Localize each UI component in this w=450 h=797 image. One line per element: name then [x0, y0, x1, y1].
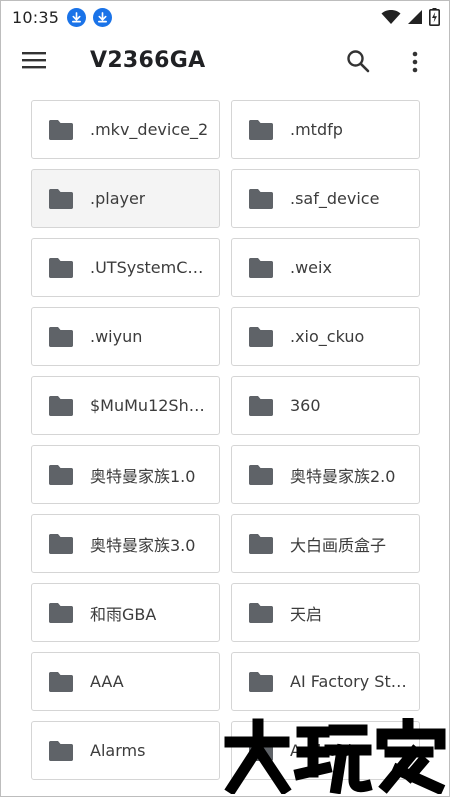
folder-name: .player: [90, 189, 146, 208]
folder-item[interactable]: Alarms: [31, 721, 220, 780]
folder-name: 天启: [290, 604, 323, 624]
folder-item[interactable]: 和雨GBA: [31, 583, 220, 642]
wifi-icon: [381, 10, 401, 24]
battery-charging-icon: [429, 8, 440, 26]
folder-item[interactable]: .weix: [231, 238, 420, 297]
folder-name: .mkv_device_2: [90, 120, 209, 139]
folder-item[interactable]: .mkv_device_2: [31, 100, 220, 159]
folder-name: AAA: [90, 672, 124, 691]
folder-item[interactable]: AAA: [31, 652, 220, 711]
system-status-icons: [381, 8, 440, 26]
folder-icon: [49, 533, 73, 554]
menu-button[interactable]: [22, 50, 50, 74]
folder-item[interactable]: 奥特曼家族2.0: [231, 445, 420, 504]
more-options-button[interactable]: [405, 48, 425, 76]
more-vert-icon: [412, 51, 418, 73]
folder-icon: [249, 326, 273, 347]
watermark-logo: [222, 716, 447, 796]
status-time: 10:35: [12, 7, 60, 27]
search-button[interactable]: [345, 48, 373, 76]
folder-name: AI Factory St…: [290, 672, 407, 691]
folder-icon: [49, 188, 73, 209]
folder-item[interactable]: 大白画质盒子: [231, 514, 420, 573]
page-title: V2366GA: [90, 48, 206, 73]
folder-icon: [249, 188, 273, 209]
folder-icon: [249, 533, 273, 554]
folder-name: 奥特曼家族3.0: [90, 535, 196, 555]
folder-icon: [49, 395, 73, 416]
folder-item[interactable]: 360: [231, 376, 420, 435]
folder-item[interactable]: 天启: [231, 583, 420, 642]
folder-icon: [49, 257, 73, 278]
app-bar: V2366GA: [0, 34, 450, 90]
signal-icon: [408, 10, 422, 24]
folder-item[interactable]: 奥特曼家族3.0: [31, 514, 220, 573]
folder-name: 奥特曼家族2.0: [290, 466, 396, 486]
folder-item[interactable]: .wiyun: [31, 307, 220, 366]
folder-name: $MuMu12Sh…: [90, 396, 205, 415]
folder-icon: [49, 671, 73, 692]
folder-name: .mtdfp: [290, 120, 343, 139]
folder-name: .xio_ckuo: [290, 327, 365, 346]
folder-name: 奥特曼家族1.0: [90, 466, 196, 486]
folder-name: .UTSystemC…: [90, 258, 204, 277]
folder-name: Alarms: [90, 741, 146, 760]
folder-grid: .mkv_device_2 .mtdfp .player .saf_device .UT…: [31, 100, 421, 780]
folder-item[interactable]: .saf_device: [231, 169, 420, 228]
folder-item[interactable]: 奥特曼家族1.0: [31, 445, 220, 504]
download-icon: [67, 7, 87, 27]
folder-icon: [49, 326, 73, 347]
folder-name: .saf_device: [290, 189, 380, 208]
folder-icon: [249, 119, 273, 140]
folder-icon: [49, 602, 73, 623]
folder-icon: [249, 464, 273, 485]
folder-item[interactable]: AI Factory St…: [231, 652, 420, 711]
folder-icon: [49, 464, 73, 485]
folder-item[interactable]: .xio_ckuo: [231, 307, 420, 366]
folder-name: 360: [290, 396, 321, 415]
folder-icon: [249, 257, 273, 278]
folder-icon: [249, 395, 273, 416]
folder-icon: [49, 119, 73, 140]
folder-name: 大白画质盒子: [290, 535, 387, 555]
folder-icon: [49, 740, 73, 761]
download-icon: [93, 7, 113, 27]
folder-item[interactable]: .UTSystemC…: [31, 238, 220, 297]
status-bar: 10:35: [0, 0, 450, 34]
search-icon: [347, 50, 370, 73]
folder-item[interactable]: .mtdfp: [231, 100, 420, 159]
folder-name: 和雨GBA: [90, 604, 157, 624]
folder-icon: [249, 671, 273, 692]
folder-item[interactable]: .player: [31, 169, 220, 228]
folder-name: .weix: [290, 258, 332, 277]
folder-icon: [249, 602, 273, 623]
folder-name: .wiyun: [90, 327, 143, 346]
menu-icon: [22, 52, 46, 69]
folder-item[interactable]: $MuMu12Sh…: [31, 376, 220, 435]
